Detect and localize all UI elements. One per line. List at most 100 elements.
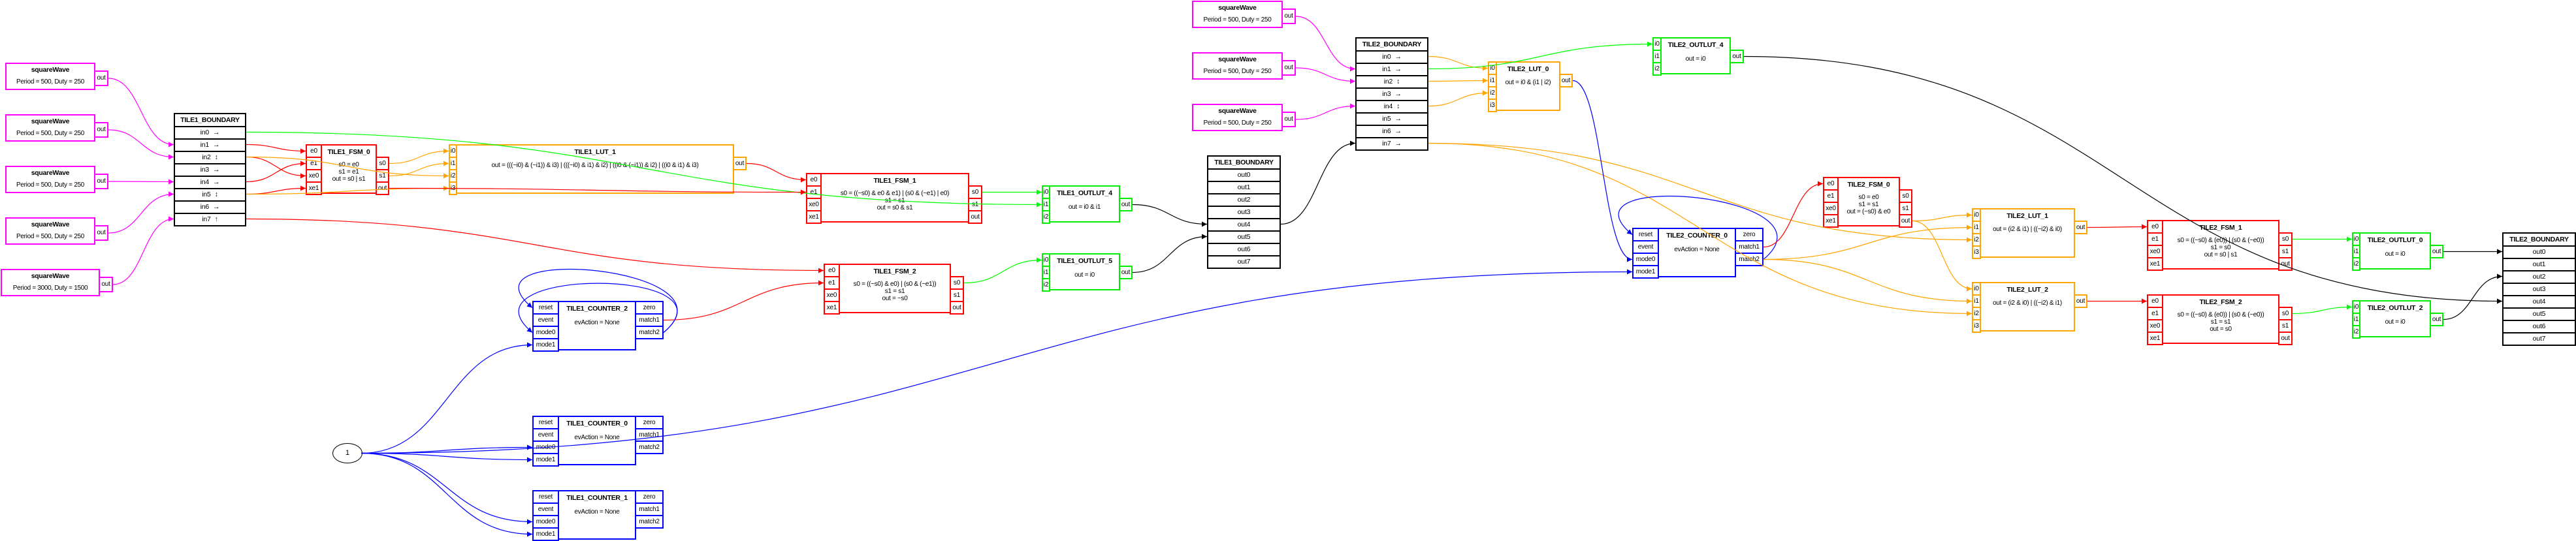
output-port[interactable]: out [94, 225, 108, 241]
square-wave-source[interactable]: squareWave Period = 500, Duty = 250 [5, 217, 95, 245]
output-port-out[interactable]: out [1119, 266, 1133, 279]
input-port-i3[interactable]: i3 [1972, 245, 1981, 259]
input-port-reset[interactable]: reset [532, 416, 559, 429]
block-outlut[interactable]: TILE1_OUTLUT_4 out = i0 & i1 [1049, 185, 1120, 223]
block-counter[interactable]: TILE1_COUNTER_1 evAction = None [558, 490, 636, 540]
input-port-i0[interactable]: i0 [1042, 185, 1050, 199]
output-port[interactable]: out [94, 174, 108, 189]
block-fsm[interactable]: TILE1_FSM_1 s0 = ((~s0) & e0 & e1) | (s0 … [820, 173, 969, 223]
output-port[interactable]: out [99, 277, 113, 292]
input-port-mode1[interactable]: mode1 [532, 453, 559, 467]
input-port-i2[interactable]: i2 [2352, 325, 2360, 339]
output-port-s0[interactable]: s0 [968, 185, 982, 199]
input-port-e0[interactable]: e0 [306, 144, 322, 158]
block-outlut[interactable]: TILE2_OUTLUT_4 out = i0 [1660, 37, 1731, 74]
input-port-i1[interactable]: i1 [1972, 294, 1981, 308]
output-port-out[interactable]: out [733, 157, 747, 170]
output-port-zero[interactable]: zero [635, 301, 664, 315]
output-port-match2[interactable]: match2 [635, 326, 664, 339]
input-port-mode0[interactable]: mode0 [532, 326, 559, 339]
input-port-xe0[interactable]: xe0 [2147, 245, 2163, 258]
block-fsm[interactable]: TILE2_FSM_1 s0 = ((~s0) & (e0)) | (s0 & (… [2162, 220, 2279, 270]
output-port[interactable]: out [94, 122, 108, 138]
input-port-reset[interactable]: reset [532, 301, 559, 315]
boundary-port-in7[interactable]: in7 ↑ [174, 213, 246, 226]
input-port-e1[interactable]: e1 [824, 276, 840, 290]
output-port-match1[interactable]: match1 [1735, 240, 1763, 254]
boundary-port-in6[interactable]: in6 → [1355, 125, 1428, 138]
input-port-mode1[interactable]: mode1 [1632, 265, 1659, 279]
output-port-s0[interactable]: s0 [376, 157, 389, 170]
boundary-port-out1[interactable]: out1 [1207, 181, 1281, 194]
block-outlut[interactable]: TILE1_OUTLUT_5 out = i0 [1049, 253, 1120, 290]
input-port-e0[interactable]: e0 [824, 264, 840, 277]
boundary-port-out5[interactable]: out5 [2502, 307, 2576, 321]
input-port-mode0[interactable]: mode0 [1632, 253, 1659, 266]
block-fsm[interactable]: TILE1_FSM_0 s0 = e0 s1 = e1 out = s0 | s1 [321, 144, 377, 194]
output-port-zero[interactable]: zero [1735, 228, 1763, 241]
input-port-xe0[interactable]: xe0 [1823, 202, 1839, 215]
block-lut[interactable]: TILE2_LUT_1 out = (i2 & i1) | ((~i2) & i0… [1980, 208, 2075, 258]
block-lut[interactable]: TILE2_LUT_2 out = (i2 & i0) | ((~i2) & i1… [1980, 282, 2075, 332]
block-fsm[interactable]: TILE2_FSM_2 s0 = ((~s0) & (e0)) | (s0 & (… [2162, 294, 2279, 344]
input-port-i2[interactable]: i2 [1042, 210, 1050, 224]
square-wave-source[interactable]: squareWave Period = 3000, Duty = 1500 [1, 269, 100, 296]
boundary-port-out2[interactable]: out2 [2502, 270, 2576, 284]
output-port-out[interactable]: out [1730, 50, 1744, 63]
square-wave-source[interactable]: squareWave Period = 500, Duty = 250 [1192, 52, 1283, 80]
boundary-port-in2[interactable]: in2 ↕ [1355, 75, 1428, 89]
output-port-s0[interactable]: s0 [950, 276, 964, 290]
output-port[interactable]: out [1281, 60, 1296, 76]
output-port-match2[interactable]: match2 [635, 441, 664, 454]
boundary-port-in3[interactable]: in3 → [1355, 87, 1428, 101]
output-port-out[interactable]: out [1899, 214, 1912, 228]
output-port-out[interactable]: out [1559, 74, 1573, 87]
input-port-xe0[interactable]: xe0 [306, 169, 322, 183]
constant-node[interactable]: 1 [332, 443, 362, 463]
output-port[interactable]: out [1281, 8, 1296, 24]
boundary-port-in0[interactable]: in0 → [174, 126, 246, 140]
boundary-port-out7[interactable]: out7 [2502, 332, 2576, 346]
boundary-port-out1[interactable]: out1 [2502, 258, 2576, 271]
boundary-port-in2[interactable]: in2 ↕ [174, 151, 246, 164]
boundary-port-in5[interactable]: in5 ↕ [174, 188, 246, 202]
input-port-i2[interactable]: i2 [449, 169, 457, 183]
output-port-match2[interactable]: match2 [1735, 253, 1763, 266]
input-port-i1[interactable]: i1 [2352, 245, 2360, 258]
input-port-e1[interactable]: e1 [306, 157, 322, 170]
input-port-e0[interactable]: e0 [2147, 294, 2163, 308]
input-port-i1[interactable]: i1 [449, 157, 457, 170]
input-port-xe0[interactable]: xe0 [806, 198, 822, 211]
input-port-mode0[interactable]: mode0 [532, 515, 559, 529]
input-port-e1[interactable]: e1 [1823, 189, 1839, 203]
boundary-port-out3[interactable]: out3 [1207, 206, 1281, 219]
output-port-s1[interactable]: s1 [1899, 202, 1912, 215]
output-port-out[interactable]: out [950, 301, 964, 315]
block-lut[interactable]: TILE2_LUT_0 out = i0 & (i1 | i2) [1496, 61, 1560, 111]
boundary-port-out4[interactable]: out4 [1207, 218, 1281, 232]
output-port-zero[interactable]: zero [635, 490, 664, 504]
output-port-zero[interactable]: zero [635, 416, 664, 429]
output-port-s0[interactable]: s0 [2278, 307, 2293, 320]
block-counter[interactable]: TILE2_COUNTER_0 evAction = None [1658, 228, 1736, 277]
boundary-port-out6[interactable]: out6 [1207, 243, 1281, 256]
boundary-port-out5[interactable]: out5 [1207, 230, 1281, 244]
boundary-port-in1[interactable]: in1 → [174, 138, 246, 152]
input-port-e0[interactable]: e0 [1823, 177, 1839, 191]
input-port-e1[interactable]: e1 [2147, 232, 2163, 246]
output-port-match2[interactable]: match2 [635, 515, 664, 529]
input-port-e1[interactable]: e1 [2147, 307, 2163, 320]
input-port-i3[interactable]: i3 [1488, 99, 1497, 112]
boundary-port-in1[interactable]: in1 → [1355, 63, 1428, 76]
input-port-i0[interactable]: i0 [2352, 232, 2360, 246]
input-port-i1[interactable]: i1 [2352, 313, 2360, 326]
square-wave-source[interactable]: squareWave Period = 500, Duty = 250 [5, 114, 95, 142]
input-port-i1[interactable]: i1 [1042, 198, 1050, 211]
output-port-out[interactable]: out [968, 210, 982, 224]
input-port-i2[interactable]: i2 [1042, 278, 1050, 292]
input-port-i1[interactable]: i1 [1972, 221, 1981, 234]
boundary-port-out2[interactable]: out2 [1207, 193, 1281, 207]
boundary-port-out3[interactable]: out3 [2502, 283, 2576, 296]
block-counter[interactable]: TILE1_COUNTER_2 evAction = None [558, 301, 636, 350]
boundary-port-out6[interactable]: out6 [2502, 320, 2576, 333]
